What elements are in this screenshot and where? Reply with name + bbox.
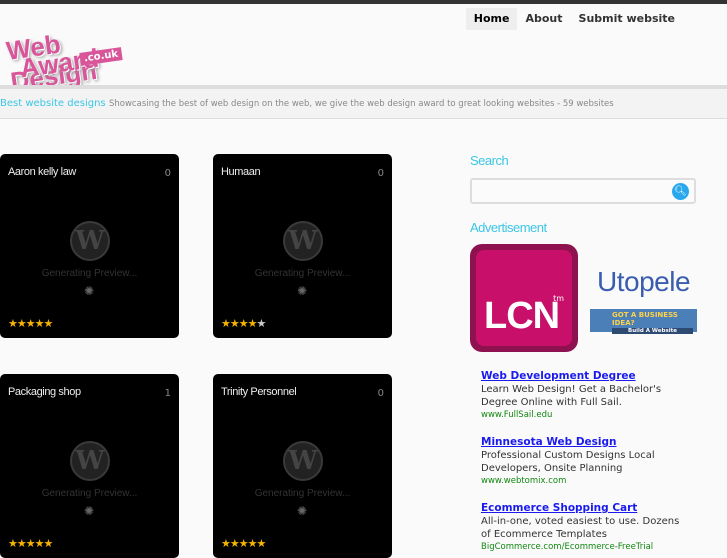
card-title[interactable]: Trinity Personnel	[221, 386, 297, 398]
search-box: 🔍︎	[470, 178, 696, 204]
preview-status: Generating Preview...	[41, 268, 138, 279]
business-idea-banner[interactable]: GOT A BUSINESS IDEA? Build A Website	[590, 309, 697, 334]
site-logo[interactable]: Web Design Award .co.uk	[4, 22, 151, 97]
star-icon: ★	[8, 537, 18, 550]
nav-submit-website[interactable]: Submit website	[571, 8, 683, 30]
ad-url[interactable]: www.webtomix.com	[481, 475, 681, 488]
wordpress-icon: W	[70, 221, 110, 261]
card-title[interactable]: Aaron kelly law	[8, 166, 76, 178]
card-count: 0	[164, 168, 171, 179]
search-icon: 🔍︎	[674, 186, 687, 197]
search-heading: Search	[470, 153, 509, 168]
ad-title-link[interactable]: Ecommerce Shopping Cart	[481, 502, 681, 515]
spinner-icon: ✺	[84, 504, 95, 518]
star-icon: ★	[238, 537, 249, 550]
website-card[interactable]: Packaging shop 1 W Generating Preview...…	[0, 374, 179, 558]
card-count: 0	[377, 388, 384, 399]
preview-status: Generating Preview...	[254, 268, 351, 279]
ad-url[interactable]: BigCommerce.com/Ecommerce-FreeTrial	[481, 541, 681, 554]
card-count: 0	[377, 168, 384, 179]
spinner-icon: ✺	[297, 284, 308, 298]
star-icon: ★	[34, 537, 45, 550]
star-icon: ★	[8, 317, 18, 330]
card-count: 1	[164, 388, 171, 399]
lcn-tm: tm	[553, 294, 564, 303]
star-icon: ★	[256, 537, 267, 550]
rating-stars[interactable]: ★★★★★	[221, 537, 267, 550]
star-icon: ★	[34, 317, 45, 330]
search-input[interactable]	[472, 180, 662, 202]
preview-status: Generating Preview...	[41, 488, 138, 499]
star-icon: ★	[25, 317, 36, 330]
star-icon: ★	[221, 537, 231, 550]
star-icon: ★	[43, 317, 54, 330]
ad-title-link[interactable]: Web Development Degree	[481, 370, 681, 383]
tagline-title: Best website designs	[0, 98, 106, 109]
search-button[interactable]: 🔍︎	[672, 183, 689, 200]
star-icon: ★	[16, 317, 27, 330]
main-nav: Home About Submit website	[465, 8, 683, 30]
star-icon: ★	[16, 537, 27, 550]
spinner-icon: ✺	[297, 504, 308, 518]
star-icon: ★	[25, 537, 36, 550]
wordpress-icon: W	[283, 441, 323, 481]
ad-url[interactable]: www.FullSail.edu	[481, 409, 681, 422]
utopele-ad[interactable]: Utopele	[597, 266, 691, 298]
banner-button: Build A Website	[612, 328, 693, 334]
website-card[interactable]: Humaan 0 W Generating Preview... ✺ ★★★★★	[213, 154, 392, 338]
star-icon: ★	[221, 317, 231, 330]
star-icon: ★	[229, 537, 240, 550]
ad-body: Professional Custom Designs Local Develo…	[481, 450, 655, 474]
wordpress-icon: W	[283, 221, 323, 261]
card-title[interactable]: Humaan	[221, 166, 261, 178]
banner-title: GOT A BUSINESS IDEA?	[612, 311, 678, 327]
website-card[interactable]: Aaron kelly law 0 W Generating Preview..…	[0, 154, 179, 338]
star-icon: ★	[256, 317, 267, 330]
ad-title-link[interactable]: Minnesota Web Design	[481, 436, 681, 449]
nav-about[interactable]: About	[517, 8, 570, 30]
rating-stars[interactable]: ★★★★★	[8, 537, 54, 550]
text-ad: Ecommerce Shopping Cart All-in-one, vote…	[481, 502, 681, 554]
advertisement-heading: Advertisement	[470, 220, 547, 235]
star-icon: ★	[43, 537, 54, 550]
ad-body: Learn Web Design! Get a Bachelor's Degre…	[481, 384, 662, 408]
website-card[interactable]: Trinity Personnel 0 W Generating Preview…	[213, 374, 392, 558]
text-ad: Minnesota Web Design Professional Custom…	[481, 436, 681, 488]
tagline-text: Showcasing the best of web design on the…	[109, 99, 614, 109]
lcn-logo-text: LCN	[484, 295, 560, 337]
rating-stars[interactable]: ★★★★★	[8, 317, 54, 330]
tagline-bar: Best website designs Showcasing the best…	[0, 89, 727, 119]
star-icon: ★	[247, 317, 258, 330]
card-title[interactable]: Packaging shop	[8, 386, 81, 398]
header: Web Design Award .co.uk Home About Submi…	[0, 4, 727, 97]
rating-stars[interactable]: ★★★★★	[221, 317, 267, 330]
star-icon: ★	[247, 537, 258, 550]
nav-home[interactable]: Home	[465, 8, 518, 30]
star-icon: ★	[238, 317, 249, 330]
spinner-icon: ✺	[84, 284, 95, 298]
star-icon: ★	[229, 317, 240, 330]
wordpress-icon: W	[70, 441, 110, 481]
text-ad: Web Development Degree Learn Web Design!…	[481, 370, 681, 422]
preview-status: Generating Preview...	[254, 488, 351, 499]
lcn-ad[interactable]: LCN tm	[470, 244, 578, 352]
ad-body: All-in-one, voted easiest to use. Dozens…	[481, 516, 680, 540]
